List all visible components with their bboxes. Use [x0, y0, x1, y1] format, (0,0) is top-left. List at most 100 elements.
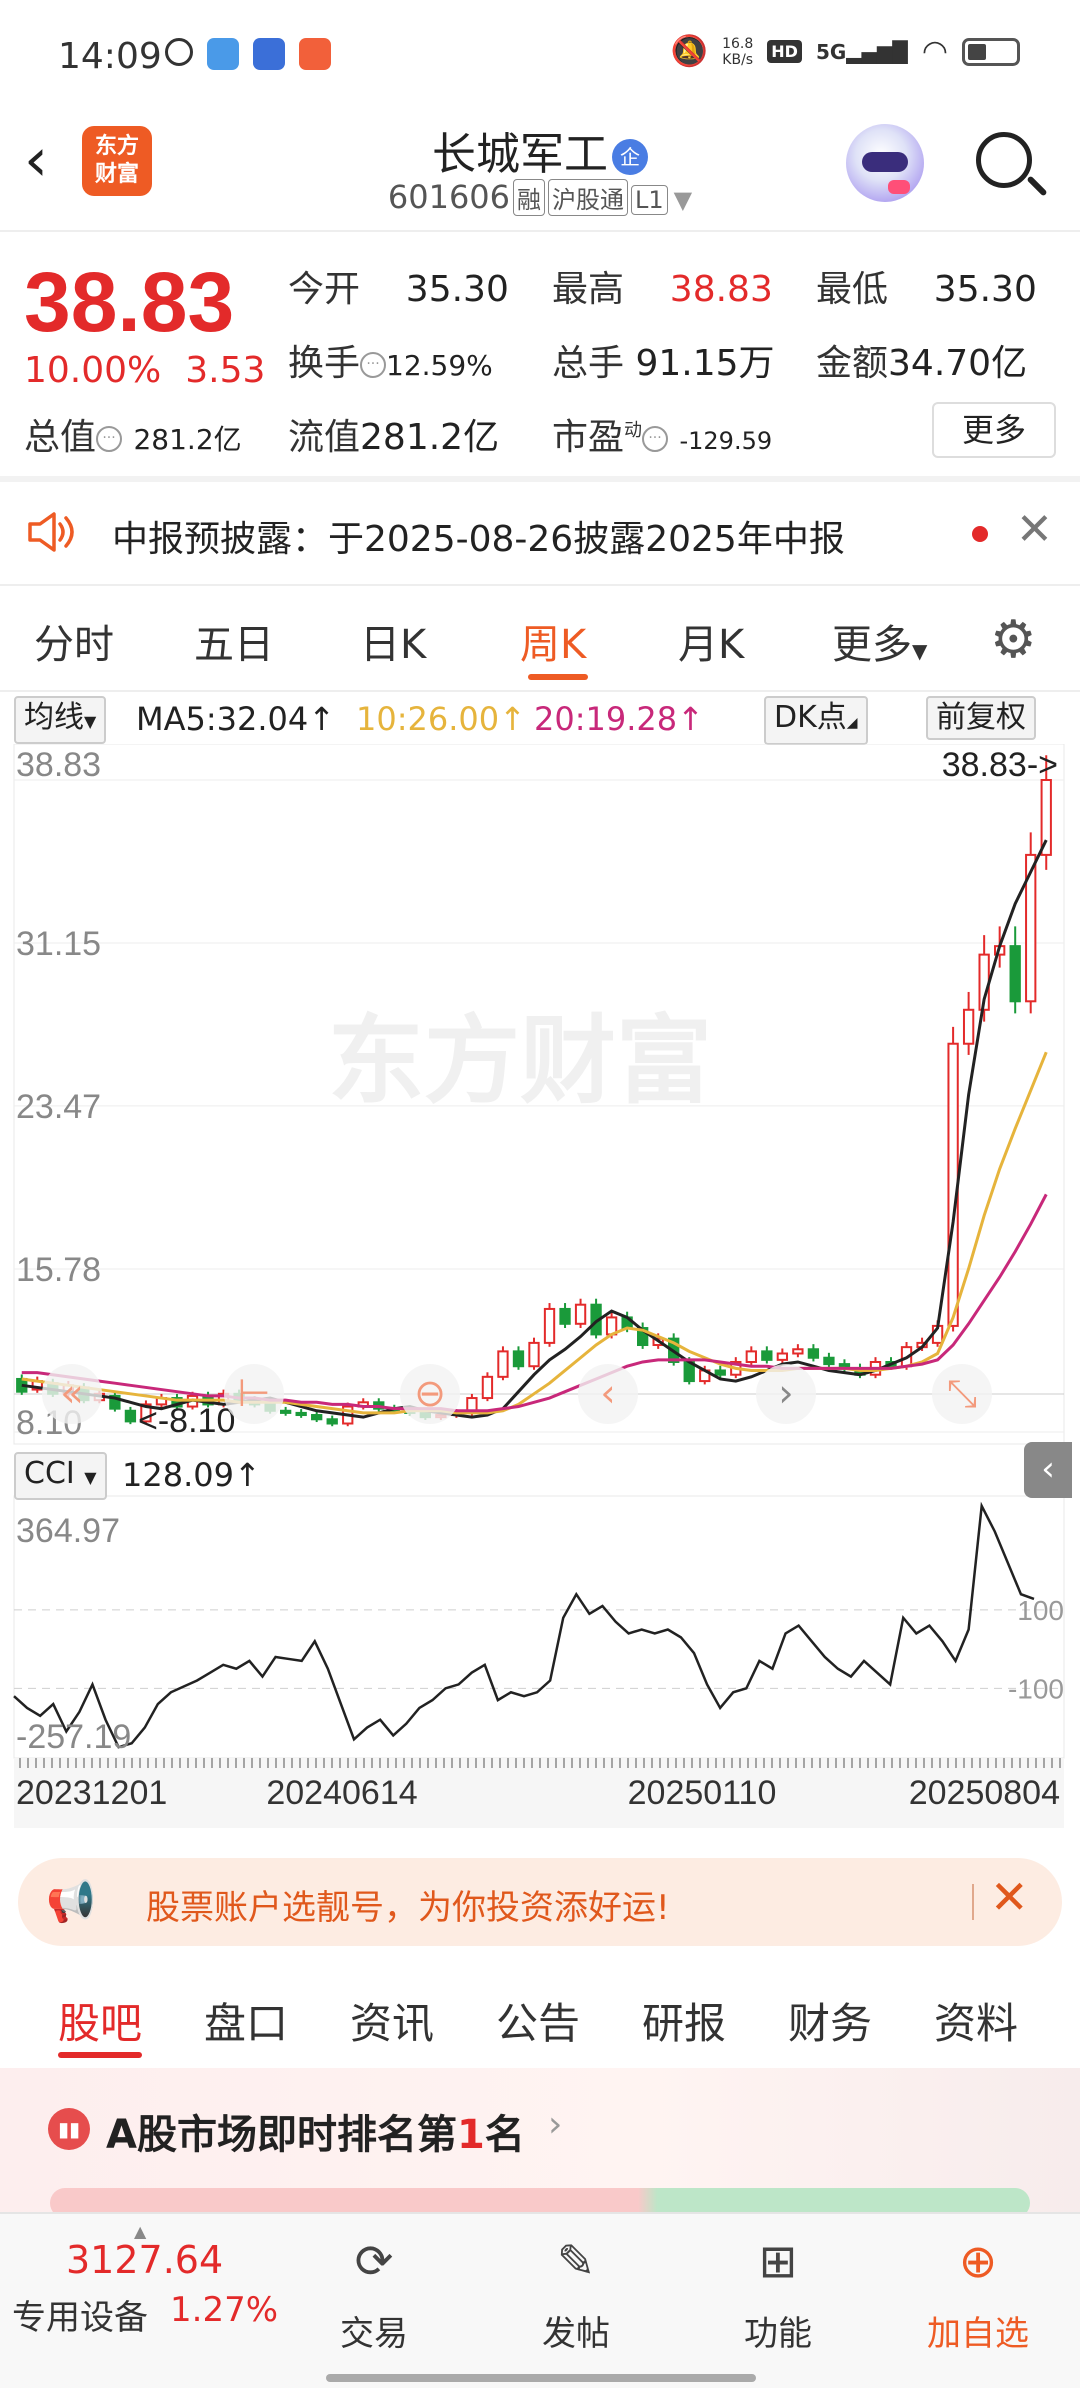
- yen-exchange-icon: ⟳: [354, 2234, 394, 2288]
- cci-indicator-row: CCI ▼ 128.09↑: [0, 1446, 1080, 1500]
- y-tick-label: 38.83: [16, 746, 101, 784]
- stock-code: 601606: [387, 178, 511, 216]
- candle-body: [714, 1369, 726, 1376]
- open-cell: 今开 35.30: [288, 269, 509, 310]
- tab-announcement[interactable]: 公告: [496, 1990, 580, 2051]
- info-icon: ···: [96, 426, 123, 452]
- candle-body: [962, 1008, 975, 1045]
- y-tick-label: 15.78: [16, 1251, 101, 1289]
- tab-more[interactable]: 更多▼: [832, 612, 927, 670]
- low-cell: 最低 35.30: [816, 269, 1037, 310]
- notice-bar[interactable]: 中报预披露：于2025-08-26披露2025年中报 ✕: [0, 482, 1080, 582]
- tab-research[interactable]: 研报: [642, 1990, 726, 2051]
- home-indicator: [326, 2374, 756, 2382]
- close-icon[interactable]: ✕: [1016, 504, 1053, 555]
- dk-point-button[interactable]: DK点◢: [764, 696, 868, 745]
- sector-index-value[interactable]: 3127.64: [66, 2238, 223, 2282]
- nav-post[interactable]: ✎ 发帖: [516, 2230, 636, 2355]
- candle-body: [807, 1348, 820, 1359]
- add-circle-icon: ⊕: [958, 2234, 998, 2288]
- collapse-panel-icon[interactable]: ‹: [1024, 1442, 1072, 1498]
- candle-body: [823, 1356, 835, 1366]
- chevron-right-icon[interactable]: ›: [756, 1364, 816, 1424]
- wifi-icon: ◠: [921, 34, 948, 69]
- nav-trade[interactable]: ⟳ 交易: [314, 2230, 434, 2355]
- kline-chart[interactable]: 东方财富 38.8331.1523.4715.788.1038.83-><-8.…: [0, 744, 1080, 1844]
- cloud-app-icon: [207, 38, 239, 70]
- cci-value: 128.09↑: [122, 1456, 261, 1494]
- chevron-right-icon: ›: [548, 2104, 563, 2145]
- nav-functions[interactable]: ⊞ 功能: [718, 2230, 838, 2355]
- ma-indicator-row: 均线▼ MA5:32.04↑ 10:26.00↑ 20:19.28↑ DK点◢ …: [0, 692, 1080, 745]
- candle-body: [295, 1411, 307, 1417]
- candle-body: [497, 1350, 509, 1378]
- gear-icon[interactable]: ⚙: [990, 610, 1037, 670]
- market-cap-cell[interactable]: 总值 ··· 281.2亿: [24, 408, 242, 460]
- tag-margin: 融: [513, 179, 546, 216]
- info-icon: ···: [360, 352, 387, 378]
- rank-text: A股市场即时排名第1名: [106, 2112, 525, 2158]
- ad-separator: [972, 1884, 974, 1920]
- cci-ref-label: 100: [1017, 1595, 1064, 1626]
- cci-min-label: -257.19: [16, 1718, 131, 1756]
- tab-daily-k[interactable]: 日K: [360, 612, 426, 670]
- notice-text: 中报预披露：于2025-08-26披露2025年中报: [112, 519, 845, 560]
- minus-icon[interactable]: ⊖: [400, 1364, 460, 1424]
- battery-icon: [962, 37, 1020, 66]
- fullscreen-icon[interactable]: ⤡: [932, 1364, 992, 1424]
- tab-weekly-k[interactable]: 周K: [520, 612, 586, 670]
- k-app-icon: [165, 38, 193, 66]
- x-tick-label: 20240614: [266, 1774, 417, 1812]
- stock-header: ‹ 东方 财富 长城军工企 601606 融沪股通 L1 ▼: [0, 110, 1080, 230]
- zoom-out-icon[interactable]: ⊢: [224, 1364, 284, 1424]
- high-cell: 最高 38.83: [552, 269, 773, 310]
- market-rank-card[interactable]: ▮▮ A股市场即时排名第1名 ›: [0, 2068, 1080, 2218]
- close-icon[interactable]: ✕: [990, 1870, 1029, 1924]
- tab-monthly-k[interactable]: 月K: [678, 612, 744, 670]
- tab-profile[interactable]: 资料: [934, 1990, 1018, 2051]
- divider: [0, 584, 1080, 586]
- x-tick-label: 20250110: [628, 1774, 777, 1812]
- last-price: 38.83: [24, 255, 235, 349]
- max-price-label: 38.83->: [942, 746, 1058, 784]
- status-time: 14:09: [58, 36, 162, 77]
- rewind-icon[interactable]: «: [42, 1364, 102, 1424]
- tab-guba[interactable]: 股吧: [58, 1990, 142, 2051]
- tag-level: L1: [631, 185, 668, 215]
- ad-banner[interactable]: 📢 股票账户选靓号，为你投资添好运! ✕: [18, 1858, 1062, 1946]
- tab-intraday[interactable]: 分时: [34, 612, 114, 670]
- mute-icon: 🔕: [670, 34, 709, 69]
- nav-add-watchlist[interactable]: ⊕ 加自选: [918, 2230, 1038, 2355]
- sector-name[interactable]: 专用设备: [12, 2290, 148, 2339]
- float-cap-cell: 流值281.2亿: [288, 417, 500, 458]
- chevron-left-icon[interactable]: ‹: [578, 1364, 638, 1424]
- tab-pankou[interactable]: 盘口: [204, 1990, 288, 2051]
- tab-five-day[interactable]: 五日: [194, 612, 274, 670]
- candle-body: [1009, 945, 1021, 1003]
- unread-dot: [972, 526, 988, 542]
- chevron-right-icon-glyph: ›: [778, 1371, 793, 1415]
- enterprise-badge: 企: [612, 139, 648, 175]
- fullscreen-icon-glyph: ⤡: [947, 1371, 977, 1415]
- candle-body: [124, 1409, 137, 1423]
- tab-finance[interactable]: 财务: [788, 1990, 872, 2051]
- candle-body: [792, 1348, 804, 1355]
- pe-cell[interactable]: 市盈动 ··· -129.59: [552, 408, 772, 460]
- ma-selector[interactable]: 均线▼: [14, 696, 107, 744]
- turnover-cell[interactable]: 换手 ··· 12.59%: [288, 334, 493, 386]
- more-button[interactable]: 更多: [932, 402, 1056, 458]
- tab-news[interactable]: 资讯: [350, 1990, 434, 2051]
- change-amount: 3.53: [185, 350, 266, 391]
- min-price-label: <-8.10: [138, 1402, 235, 1440]
- x-tick-label: 20250804: [909, 1774, 1060, 1812]
- ai-assistant-avatar[interactable]: [846, 124, 924, 202]
- net-speed: 16.8 KB/s: [722, 35, 754, 68]
- x-axis-bg: [14, 1758, 1064, 1828]
- ma5-value: MA5:32.04↑: [136, 700, 336, 738]
- search-icon[interactable]: [976, 132, 1032, 188]
- signal-icon: 5G▂▄▆█: [815, 39, 908, 64]
- adjust-button[interactable]: 前复权: [926, 696, 1036, 740]
- sector-change[interactable]: 1.27%: [170, 2290, 278, 2330]
- cci-selector[interactable]: CCI ▼: [14, 1452, 107, 1500]
- zoom-out-icon-glyph: ⊢: [237, 1371, 270, 1415]
